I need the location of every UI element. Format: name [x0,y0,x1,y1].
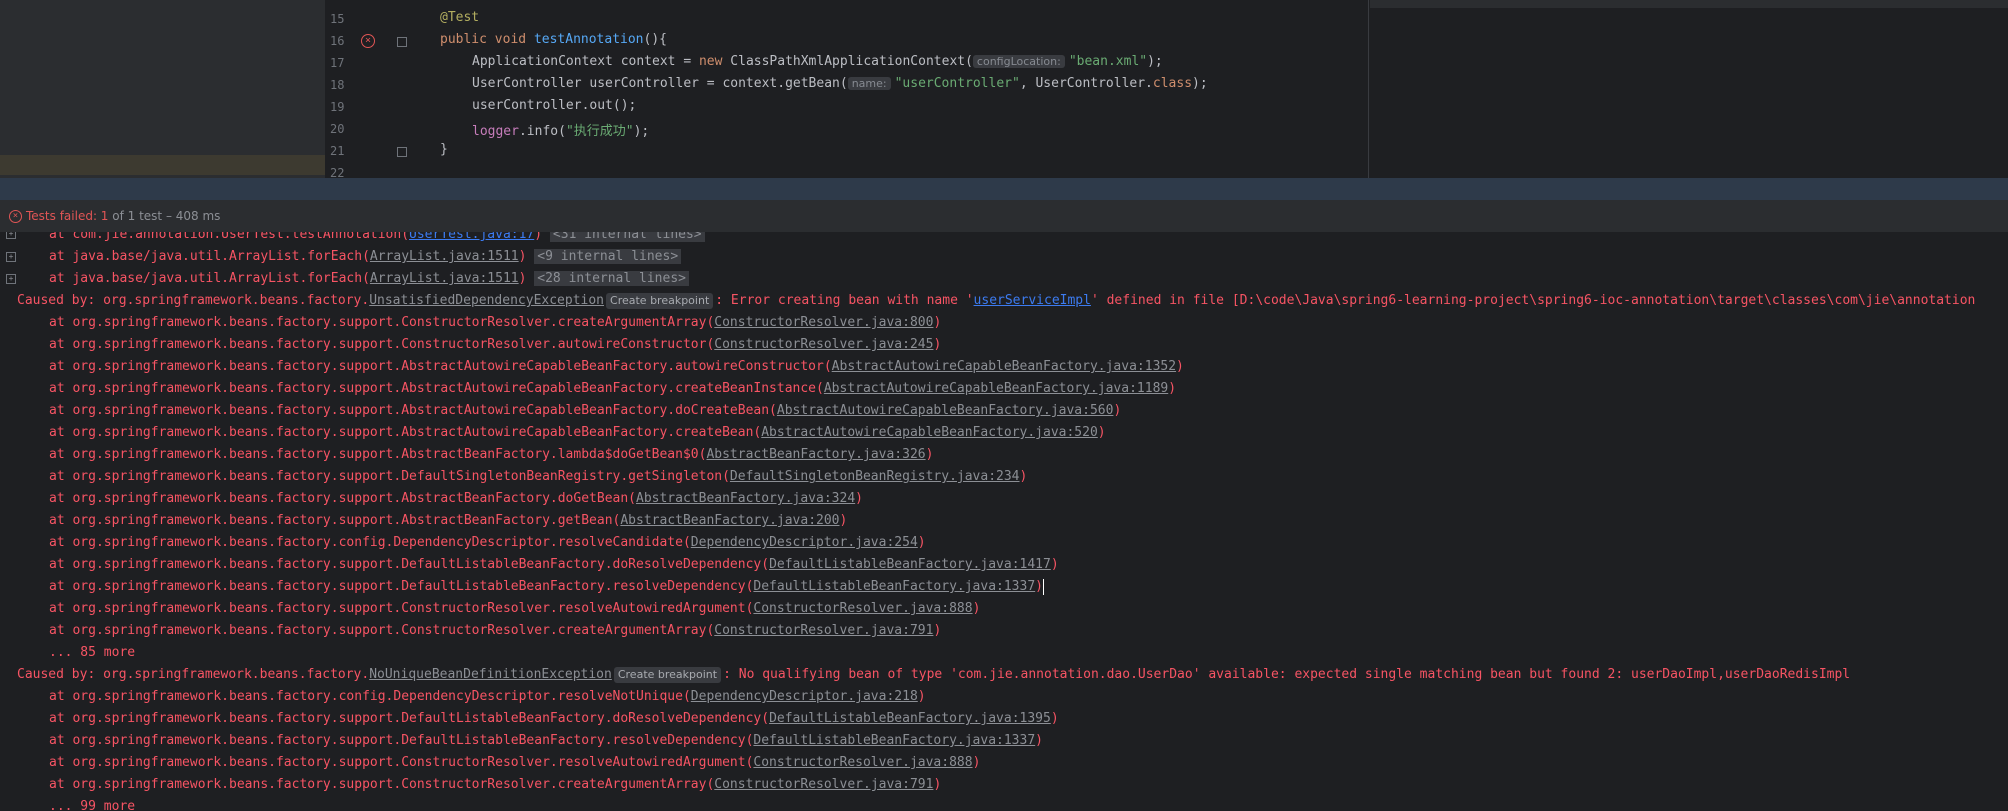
test-failed-icon[interactable]: × [361,34,375,48]
stack-frame: at org.springframework.beans.factory.sup… [49,557,1059,572]
source-link[interactable]: ArrayList.java:1511 [370,249,519,264]
folded-lines[interactable]: <31 internal lines> [549,232,705,242]
code-line-20: logger.info("执行成功"); [472,124,650,139]
folded-lines[interactable]: <9 internal lines> [534,249,682,264]
source-link[interactable]: UserTest.java:17 [409,232,534,242]
line-number: 20 [330,122,345,136]
stack-frame: at org.springframework.beans.factory.sup… [49,711,1059,726]
stack-frame: at org.springframework.beans.factory.sup… [49,315,942,330]
stack-frame: at org.springframework.beans.factory.sup… [49,425,1106,440]
source-link[interactable]: DefaultListableBeanFactory.java:1417 [769,557,1051,572]
source-link[interactable]: ArrayList.java:1511 [370,271,519,286]
caused-by-line: Caused by: org.springframework.beans.fac… [17,293,1976,309]
line-number: 15 [330,12,345,26]
code-line-17: ApplicationContext context = new ClassPa… [472,54,1163,69]
stack-frame: at org.springframework.beans.factory.con… [49,535,926,550]
source-link[interactable]: ConstructorResolver.java:800 [714,315,933,330]
line-number: 18 [330,78,345,92]
stack-frame: at java.base/java.util.ArrayList.forEach… [17,268,689,290]
stack-frame: at org.springframework.beans.factory.sup… [49,777,942,792]
stack-frame: at org.springframework.beans.factory.sup… [49,359,1184,374]
expand-icon[interactable]: + [6,274,16,284]
stack-frame: at java.base/java.util.ArrayList.forEach… [17,246,682,268]
fold-icon[interactable] [397,37,407,47]
code-line-15: @Test [440,10,480,25]
more-frames: ... 99 more [49,799,136,811]
text-caret [1043,578,1044,595]
panel-separator[interactable] [0,178,2008,200]
fold-icon[interactable] [397,147,407,157]
stack-frame: at org.springframework.beans.factory.con… [49,689,926,704]
test-status-text: Tests failed: 1 of 1 test – 408 ms [26,209,221,223]
test-status-bar: × Tests failed: 1 of 1 test – 408 ms [0,200,2008,232]
left-panel-selected-row[interactable] [0,155,325,175]
create-breakpoint-button[interactable]: Create breakpoint [606,293,714,309]
source-link[interactable]: ConstructorResolver.java:888 [753,755,972,770]
source-link[interactable]: AbstractBeanFactory.java:326 [706,447,925,462]
code-line-18: UserController userController = context.… [472,76,1208,91]
right-margin-guide [1368,0,1369,178]
source-link[interactable]: AbstractBeanFactory.java:324 [636,491,855,506]
exception-link[interactable]: UnsatisfiedDependencyException [369,293,604,308]
source-link[interactable]: DependencyDescriptor.java:218 [691,689,918,704]
param-hint: configLocation: [972,55,1065,68]
source-link[interactable]: AbstractBeanFactory.java:200 [620,513,839,528]
caused-by-line: Caused by: org.springframework.beans.fac… [17,667,1851,683]
line-number: 16 [330,34,345,48]
source-link[interactable]: ConstructorResolver.java:245 [714,337,933,352]
source-link[interactable]: ConstructorResolver.java:791 [714,623,933,638]
source-link[interactable]: DefaultSingletonBeanRegistry.java:234 [730,469,1020,484]
line-number: 19 [330,100,345,114]
expand-icon[interactable]: + [6,232,16,239]
source-link[interactable]: ConstructorResolver.java:791 [714,777,933,792]
stack-frame: at org.springframework.beans.factory.sup… [49,513,848,528]
source-link[interactable]: DependencyDescriptor.java:254 [691,535,918,550]
editor-area: 15 16 17 18 19 20 21 22 × @Test public v… [0,0,2008,180]
source-link[interactable]: DefaultListableBeanFactory.java:1337 [753,579,1035,594]
source-link[interactable]: AbstractAutowireCapableBeanFactory.java:… [761,425,1098,440]
stack-frame: at org.springframework.beans.factory.sup… [49,491,863,506]
code-line-16: public void testAnnotation(){ [440,32,667,47]
stack-frame: at org.springframework.beans.factory.sup… [49,733,1043,748]
create-breakpoint-button[interactable]: Create breakpoint [613,667,722,683]
code-line-21: } [440,142,448,157]
stack-frame: at org.springframework.beans.factory.sup… [49,447,934,462]
line-number: 21 [330,144,345,158]
source-link[interactable]: AbstractAutowireCapableBeanFactory.java:… [824,381,1168,396]
stack-frame: at org.springframework.beans.factory.sup… [49,623,942,638]
stack-frame: at org.springframework.beans.factory.sup… [49,469,1028,484]
stack-frame: at org.springframework.beans.factory.sup… [49,578,1044,595]
console-output[interactable]: + at com.jie.annotation.UserTest.testAnn… [0,232,2008,811]
folded-lines[interactable]: <28 internal lines> [534,271,689,286]
stack-frame: at org.springframework.beans.factory.sup… [49,601,981,616]
more-frames: ... 85 more [49,645,136,660]
source-link[interactable]: AbstractAutowireCapableBeanFactory.java:… [832,359,1176,374]
exception-link[interactable]: NoUniqueBeanDefinitionException [369,667,612,682]
source-link[interactable]: DefaultListableBeanFactory.java:1337 [753,733,1035,748]
expand-icon[interactable]: + [6,252,16,262]
stack-frame: at org.springframework.beans.factory.sup… [49,337,942,352]
stack-frame: at org.springframework.beans.factory.sup… [49,755,981,770]
line-number: 17 [330,56,345,70]
param-hint: name: [847,77,891,90]
source-link[interactable]: AbstractAutowireCapableBeanFactory.java:… [777,403,1114,418]
stack-frame: at org.springframework.beans.factory.sup… [49,403,1122,418]
bean-link[interactable]: userServiceImpl [974,293,1091,308]
tests-failed-icon: × [9,210,22,223]
source-link[interactable]: ConstructorResolver.java:888 [753,601,972,616]
stack-frame: at com.jie.annotation.UserTest.testAnnot… [17,232,705,246]
source-link[interactable]: DefaultListableBeanFactory.java:1395 [769,711,1051,726]
stack-frame: at org.springframework.beans.factory.sup… [49,381,1177,396]
left-panel [0,0,325,178]
code-line-19: userController.out(); [472,98,637,113]
